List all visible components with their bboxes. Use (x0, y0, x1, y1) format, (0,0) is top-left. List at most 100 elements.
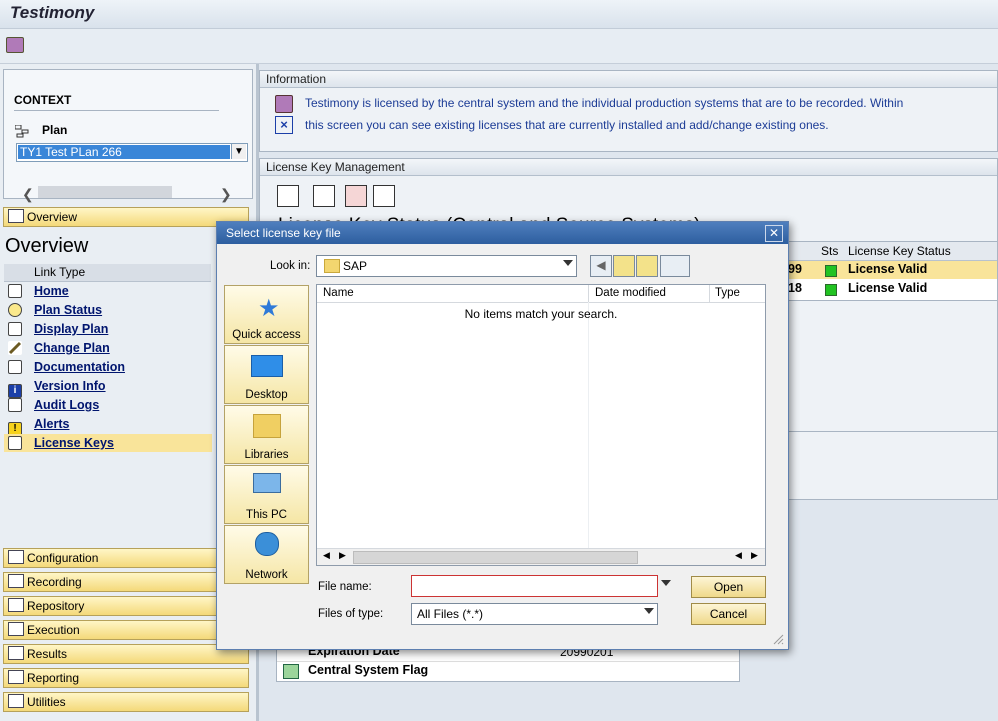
link-label[interactable]: Change Plan (34, 341, 110, 355)
col-name-header[interactable]: Name (323, 287, 354, 299)
row-number: 99 (788, 262, 802, 276)
plan-tree-icon (14, 124, 29, 138)
link-label[interactable]: Home (34, 284, 69, 298)
nav-section-label: Execution (27, 623, 80, 637)
link-plan-status[interactable]: Plan Status (4, 301, 212, 319)
view-menu-icon[interactable] (660, 255, 690, 277)
overview-tab[interactable]: Overview (3, 207, 249, 227)
place-libraries[interactable]: Libraries (224, 405, 309, 464)
scroll-left-icon[interactable]: ◀ (735, 550, 742, 561)
back-icon[interactable]: ◀ (590, 255, 612, 277)
information-title: Information (260, 71, 997, 88)
resize-grip-icon[interactable] (772, 633, 784, 645)
nav-section-configuration[interactable]: Configuration (3, 548, 249, 568)
new-folder-icon[interactable] (636, 255, 658, 277)
place-desktop[interactable]: Desktop (224, 345, 309, 404)
license-status-table: Sts License Key Status 99 License Valid … (760, 241, 997, 301)
scroll-right-icon[interactable]: ❯ (220, 186, 232, 203)
info-text-line2: this screen you can see existing license… (305, 118, 829, 132)
license-status-header-row: Sts License Key Status (761, 242, 997, 261)
file-name-input[interactable] (411, 575, 671, 597)
link-audit-logs[interactable]: Audit Logs (4, 396, 212, 414)
empty-message: No items match your search. (464, 307, 618, 321)
results-icon (8, 646, 24, 660)
files-of-type-combo[interactable]: All Files (*.*) (411, 603, 658, 625)
link-label[interactable]: Alerts (34, 417, 69, 431)
nav-section-recording[interactable]: Recording (3, 572, 249, 592)
place-network[interactable]: Network (224, 525, 309, 584)
plan-select[interactable]: TY1 Test PLan 266 ▼ (16, 143, 248, 162)
folder-icon (324, 259, 340, 273)
recording-icon (8, 574, 24, 588)
select-license-dialog: Select license key file ✕ Look in: SAP ◀… (216, 221, 789, 650)
link-label[interactable]: Documentation (34, 360, 125, 374)
link-home[interactable]: Home (4, 282, 212, 300)
info-text-line1: Testimony is licensed by the central sys… (305, 96, 904, 110)
dialog-title-bar[interactable]: Select license key file ✕ (217, 222, 788, 244)
link-label[interactable]: Plan Status (34, 303, 102, 317)
link-documentation[interactable]: Documentation (4, 358, 212, 376)
scroll-left-icon[interactable]: ◀ (323, 550, 330, 561)
file-list-scrollbar[interactable]: ◀ ▶ ◀ ▶ (317, 548, 765, 565)
nav-section-execution[interactable]: Execution (3, 620, 249, 640)
chevron-down-icon[interactable] (661, 580, 671, 586)
overview-icon (8, 209, 24, 223)
place-label: Quick access (232, 329, 301, 341)
place-this-pc[interactable]: This PC (224, 465, 309, 524)
table-row[interactable]: Central System Flag (277, 662, 739, 680)
lkm-toolbar (277, 183, 437, 207)
documentation-icon (8, 360, 22, 374)
plan-label: Plan (42, 123, 68, 137)
link-label[interactable]: Audit Logs (34, 398, 99, 412)
close-box-icon[interactable]: × (275, 116, 293, 134)
scroll-thumb[interactable] (353, 551, 638, 564)
link-change-plan[interactable]: Change Plan (4, 339, 212, 357)
file-list[interactable]: Name Date modified Type No items match y… (316, 284, 766, 566)
scroll-left-icon[interactable]: ❮ (22, 186, 34, 203)
nav-section-utilities[interactable]: Utilities (3, 692, 249, 712)
plan-status-icon (8, 303, 22, 317)
key-icon[interactable] (313, 185, 335, 207)
mail-icon[interactable] (373, 185, 395, 207)
scroll-right-icon[interactable]: ▶ (339, 550, 346, 561)
book-icon[interactable] (6, 37, 24, 53)
detail-label: Central System Flag (308, 663, 429, 677)
look-in-combo[interactable]: SAP (316, 255, 577, 277)
link-label[interactable]: License Keys (34, 436, 114, 450)
link-license-keys[interactable]: License Keys (4, 434, 212, 452)
chevron-down-icon[interactable] (563, 260, 573, 266)
open-button[interactable]: Open (691, 576, 766, 598)
cancel-button[interactable]: Cancel (691, 603, 766, 625)
link-version-info[interactable]: i Version Info (4, 377, 212, 398)
nav-section-label: Results (27, 647, 68, 661)
import-file-icon[interactable] (345, 185, 367, 207)
table-row[interactable]: 18 License Valid (761, 280, 997, 298)
chevron-down-icon[interactable] (644, 608, 654, 614)
horizontal-scrollbar[interactable] (38, 186, 172, 198)
nav-section-repository[interactable]: Repository (3, 596, 249, 616)
pencil-icon (8, 341, 22, 355)
chevron-down-icon[interactable]: ▼ (231, 144, 246, 159)
place-quick-access[interactable]: ★ Quick access (224, 285, 309, 344)
link-alerts[interactable]: ! Alerts (4, 415, 212, 436)
col-type-header[interactable]: Type (715, 287, 740, 299)
column-divider (709, 285, 710, 302)
file-name-label: File name: (318, 581, 372, 593)
flag-icon (283, 664, 299, 679)
overview-tab-label: Overview (27, 210, 78, 224)
refresh-icon[interactable] (277, 185, 299, 207)
col-date-header[interactable]: Date modified (595, 287, 666, 299)
close-icon[interactable]: ✕ (765, 225, 783, 242)
link-label[interactable]: Display Plan (34, 322, 108, 336)
context-box: CONTEXT Plan TY1 Test PLan 266 ▼ ❮ ❯ (3, 69, 253, 202)
place-label: This PC (246, 509, 287, 521)
link-display-plan[interactable]: Display Plan (4, 320, 212, 338)
home-icon (8, 284, 22, 298)
execution-icon (8, 622, 24, 636)
table-row[interactable]: 99 License Valid (761, 261, 997, 279)
scroll-right-icon[interactable]: ▶ (751, 550, 758, 561)
nav-section-reporting[interactable]: Reporting (3, 668, 249, 688)
link-label[interactable]: Version Info (34, 379, 106, 393)
nav-section-results[interactable]: Results (3, 644, 249, 664)
up-folder-icon[interactable] (613, 255, 635, 277)
